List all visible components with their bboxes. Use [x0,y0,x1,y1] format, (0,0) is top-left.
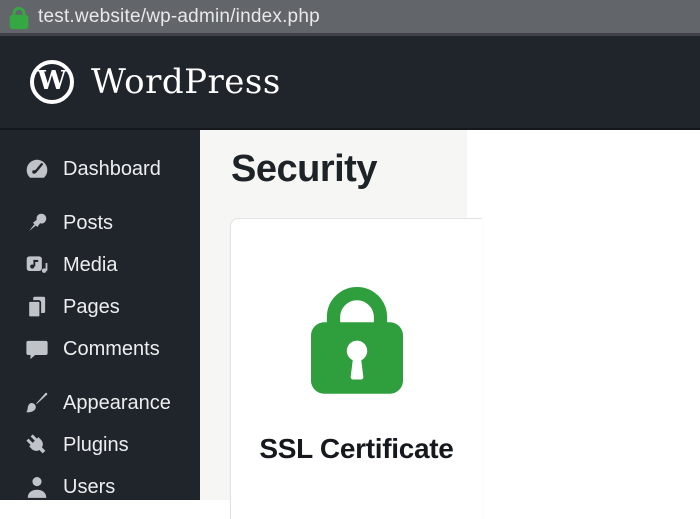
sidebar-item-label: Appearance [63,391,171,414]
paintbrush-icon [23,390,50,416]
url-text[interactable]: test.website/wp-admin/index.php [38,6,320,28]
user-icon [23,474,50,500]
sidebar-item-users[interactable]: Users [0,466,200,508]
browser-address-bar[interactable]: test.website/wp-admin/index.php [0,0,700,36]
secure-padlock-icon[interactable] [9,4,29,30]
sidebar-item-label: Plugins [63,433,129,456]
ssl-lock-icon [231,273,482,401]
comment-bubble-icon [23,336,50,362]
sidebar-item-plugins[interactable]: Plugins [0,424,200,466]
menu-separator [0,370,200,382]
menu-separator [0,190,200,202]
sidebar-item-label: Pages [63,295,120,318]
pushpin-icon [23,210,50,236]
media-icon [23,252,50,278]
sidebar-item-label: Dashboard [63,157,161,180]
pages-icon [23,294,50,320]
sidebar-item-posts[interactable]: Posts [0,202,200,244]
sidebar-item-label: Users [63,475,116,498]
admin-sidebar: Dashboard Posts Media Pages Comments App… [0,130,200,500]
sidebar-item-pages[interactable]: Pages [0,286,200,328]
wordpress-wordmark: WordPress [91,62,281,102]
ssl-certificate-card[interactable]: SSL Certificate [230,218,482,519]
sidebar-item-appearance[interactable]: Appearance [0,382,200,424]
sidebar-item-comments[interactable]: Comments [0,328,200,370]
sidebar-item-label: Media [63,253,118,276]
sidebar-item-label: Comments [63,337,160,360]
ssl-card-title: SSL Certificate [259,433,454,464]
admin-header: W WordPress [0,36,700,130]
sidebar-item-label: Posts [63,211,114,234]
wordpress-logo-letter: W [37,66,67,96]
plug-icon [23,432,50,458]
dashboard-gauge-icon [23,156,50,182]
sidebar-item-dashboard[interactable]: Dashboard [0,148,200,190]
page-title: Security [231,148,377,190]
wordpress-logo: W [30,60,74,104]
sidebar-item-media[interactable]: Media [0,244,200,286]
